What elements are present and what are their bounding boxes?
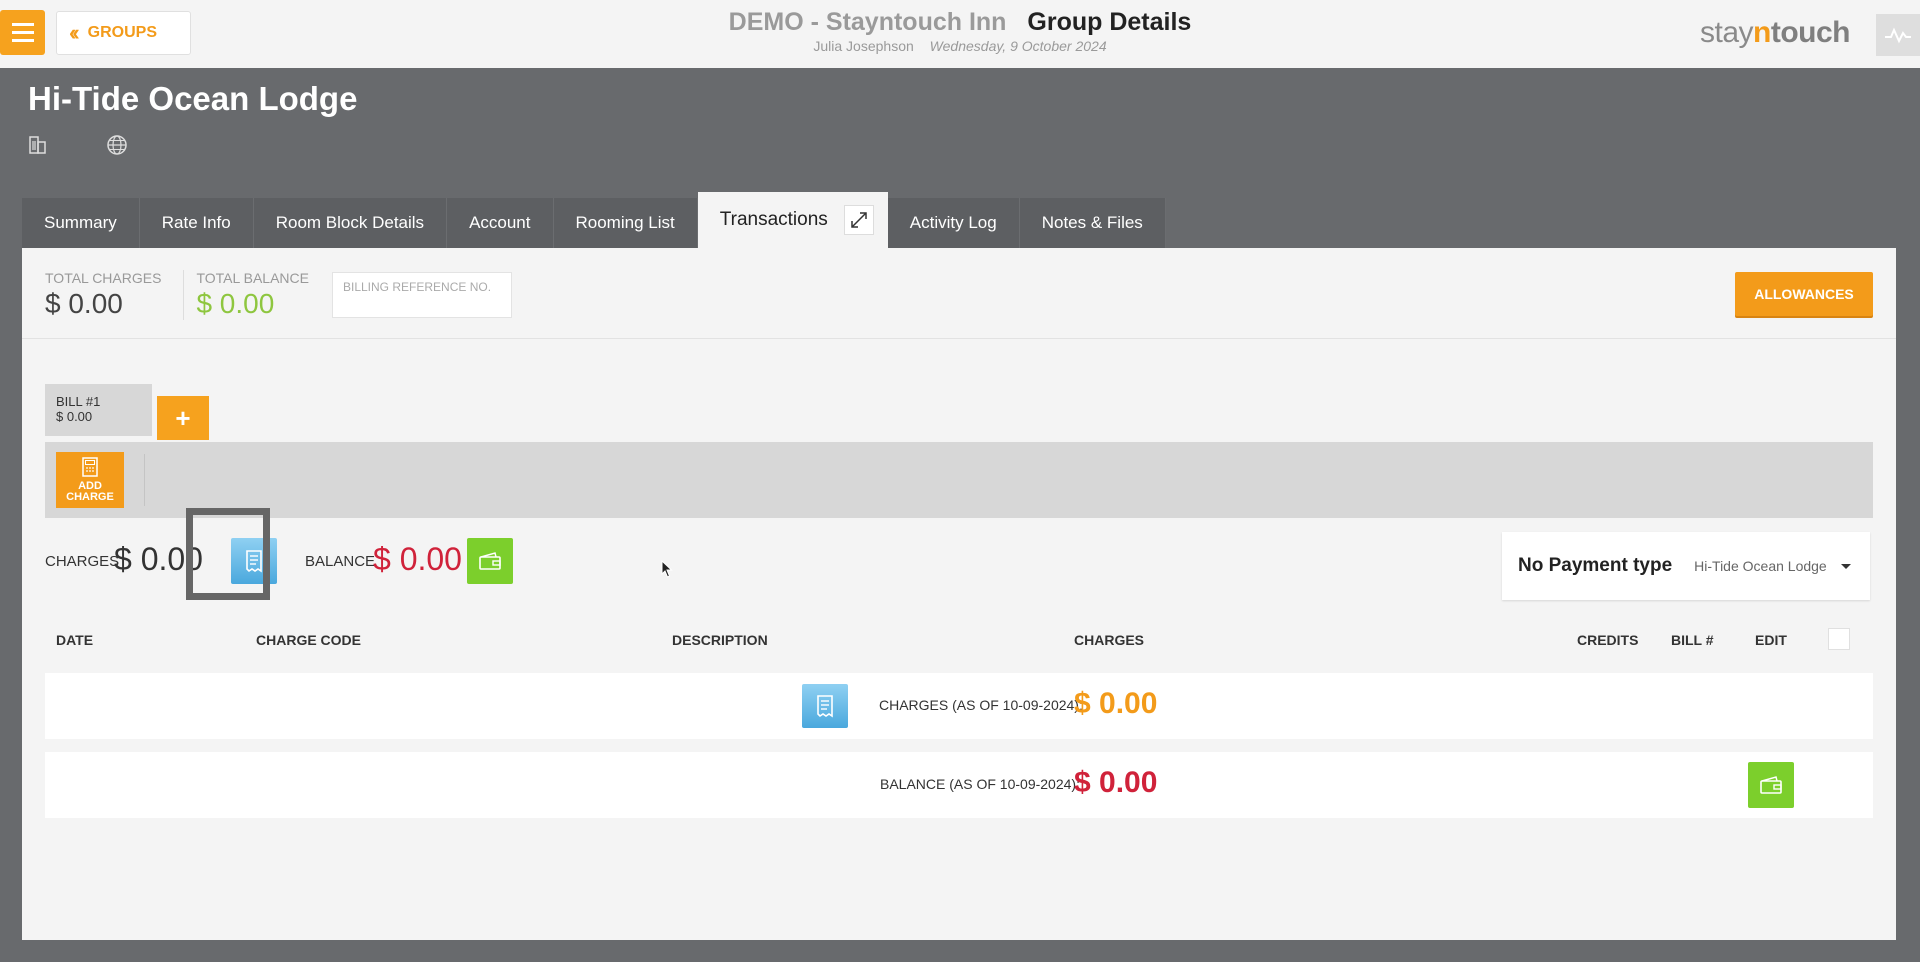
stayntouch-logo: stayntouch [1700, 16, 1851, 50]
mouse-cursor-icon [661, 560, 673, 578]
double-chevron-left-icon: ‹‹ [69, 20, 79, 45]
payment-type-label: No Payment type [1518, 555, 1673, 576]
logo-part-n: n [1753, 16, 1771, 49]
tab-rate-info[interactable]: Rate Info [139, 198, 254, 248]
select-all-checkbox[interactable] [1828, 628, 1850, 650]
bill-action-bar: ADD CHARGE [45, 442, 1873, 518]
activity-pulse-button[interactable] [1876, 14, 1920, 56]
add-charge-label-2: CHARGE [66, 491, 114, 503]
add-bill-button[interactable]: + [157, 396, 209, 440]
popout-icon [851, 212, 867, 228]
balance-label: BALANCE [305, 553, 376, 570]
column-header-description: DESCRIPTION [672, 632, 768, 648]
hamburger-menu-button[interactable] [0, 10, 45, 55]
tab-room-block-details[interactable]: Room Block Details [253, 198, 448, 248]
total-charges-block: TOTAL CHARGES $ 0.00 [45, 270, 183, 320]
group-name: Hi-Tide Ocean Lodge [28, 80, 358, 117]
total-balance-value: $ 0.00 [196, 288, 275, 319]
popout-button[interactable] [843, 205, 874, 235]
highlight-frame [186, 508, 270, 600]
building-icon[interactable] [28, 134, 48, 154]
business-date: Wednesday, 9 October 2024 [929, 38, 1107, 54]
calculator-icon [82, 457, 98, 477]
chevron-down-icon [1840, 563, 1851, 569]
column-header-charges: CHARGES [1074, 632, 1145, 648]
tab-summary[interactable]: Summary [22, 198, 140, 248]
billing-reference-placeholder: BILLING REFERENCE NO. [343, 280, 492, 294]
menu-icon-line [11, 31, 34, 34]
back-button-label: GROUPS [87, 24, 157, 41]
add-charge-button[interactable]: ADD CHARGE [56, 452, 124, 508]
total-balance-label: TOTAL BALANCE [196, 270, 309, 286]
logo-part-stay: stay [1700, 16, 1754, 49]
tab-account[interactable]: Account [447, 198, 554, 248]
tab-activity-log[interactable]: Activity Log [887, 198, 1020, 248]
group-meta-icons [28, 134, 128, 156]
pulse-icon [1885, 27, 1911, 44]
menu-icon [11, 23, 34, 26]
column-header-edit: EDIT [1755, 632, 1787, 648]
column-header-date: DATE [56, 632, 94, 648]
charges-label: CHARGES [45, 553, 120, 570]
payment-account-select[interactable]: Hi-Tide Ocean Lodge [1694, 558, 1827, 574]
bar-divider [144, 454, 145, 506]
tab-notes-files[interactable]: Notes & Files [1019, 198, 1166, 248]
balance-as-of-value: $ 0.00 [1074, 766, 1158, 799]
totals-summary: TOTAL CHARGES $ 0.00 TOTAL BALANCE $ 0.0… [45, 270, 331, 320]
column-header-charge-code: CHARGE CODE [256, 632, 362, 648]
tab-transactions-label: Transactions [719, 209, 828, 230]
logo-part-touch: touch [1770, 16, 1851, 49]
divider [22, 338, 1896, 339]
back-to-groups-button[interactable]: ‹‹ GROUPS [56, 11, 191, 55]
balance-as-of-label: BALANCE (AS OF 10-09-2024): [880, 776, 1080, 792]
payment-button[interactable] [467, 538, 513, 584]
user-name: Julia Josephson [813, 38, 914, 54]
charges-receipt-button[interactable] [802, 684, 848, 728]
balance-payment-button[interactable] [1748, 762, 1794, 808]
page-title: Group Details [1027, 8, 1192, 36]
total-balance-block: TOTAL BALANCE $ 0.00 [183, 270, 331, 320]
tab-rooming-list[interactable]: Rooming List [553, 198, 698, 248]
bill-name: BILL #1 [56, 394, 101, 409]
bill-amount: $ 0.00 [56, 409, 93, 424]
globe-icon[interactable] [106, 134, 128, 156]
total-charges-value: $ 0.00 [45, 288, 123, 319]
tab-transactions[interactable]: Transactions [697, 192, 888, 248]
charges-as-of-value: $ 0.00 [1074, 687, 1158, 720]
header-title-block: DEMO - Stayntouch Inn Group Details Juli… [560, 8, 1360, 54]
bill-tab-1[interactable]: BILL #1 $ 0.00 [45, 384, 152, 436]
payment-type-selector[interactable]: No Payment type Hi-Tide Ocean Lodge [1502, 532, 1870, 600]
balance-value: $ 0.00 [373, 541, 462, 577]
wallet-icon [479, 552, 501, 570]
group-tabs: Summary Rate Info Room Block Details Acc… [22, 192, 1166, 248]
column-header-credits: CREDITS [1577, 632, 1639, 648]
receipt-icon [817, 695, 833, 718]
allowances-button[interactable]: ALLOWANCES [1735, 272, 1873, 316]
charges-as-of-label: CHARGES (AS OF 10-09-2024): [879, 697, 1083, 713]
column-header-bill-number: BILL # [1671, 632, 1714, 648]
top-bar: ‹‹ GROUPS DEMO - Stayntouch Inn Group De… [0, 0, 1920, 68]
menu-icon-line [11, 39, 34, 42]
table-row: CHARGES (AS OF 10-09-2024): $ 0.00 [45, 673, 1873, 739]
wallet-icon [1760, 776, 1782, 794]
billing-reference-field[interactable]: BILLING REFERENCE NO. [332, 272, 512, 318]
table-row: BALANCE (AS OF 10-09-2024): $ 0.00 [45, 752, 1873, 818]
total-charges-label: TOTAL CHARGES [45, 270, 162, 286]
transactions-panel: TOTAL CHARGES $ 0.00 TOTAL BALANCE $ 0.0… [22, 248, 1896, 940]
hotel-name: DEMO - Stayntouch Inn [728, 8, 1007, 36]
